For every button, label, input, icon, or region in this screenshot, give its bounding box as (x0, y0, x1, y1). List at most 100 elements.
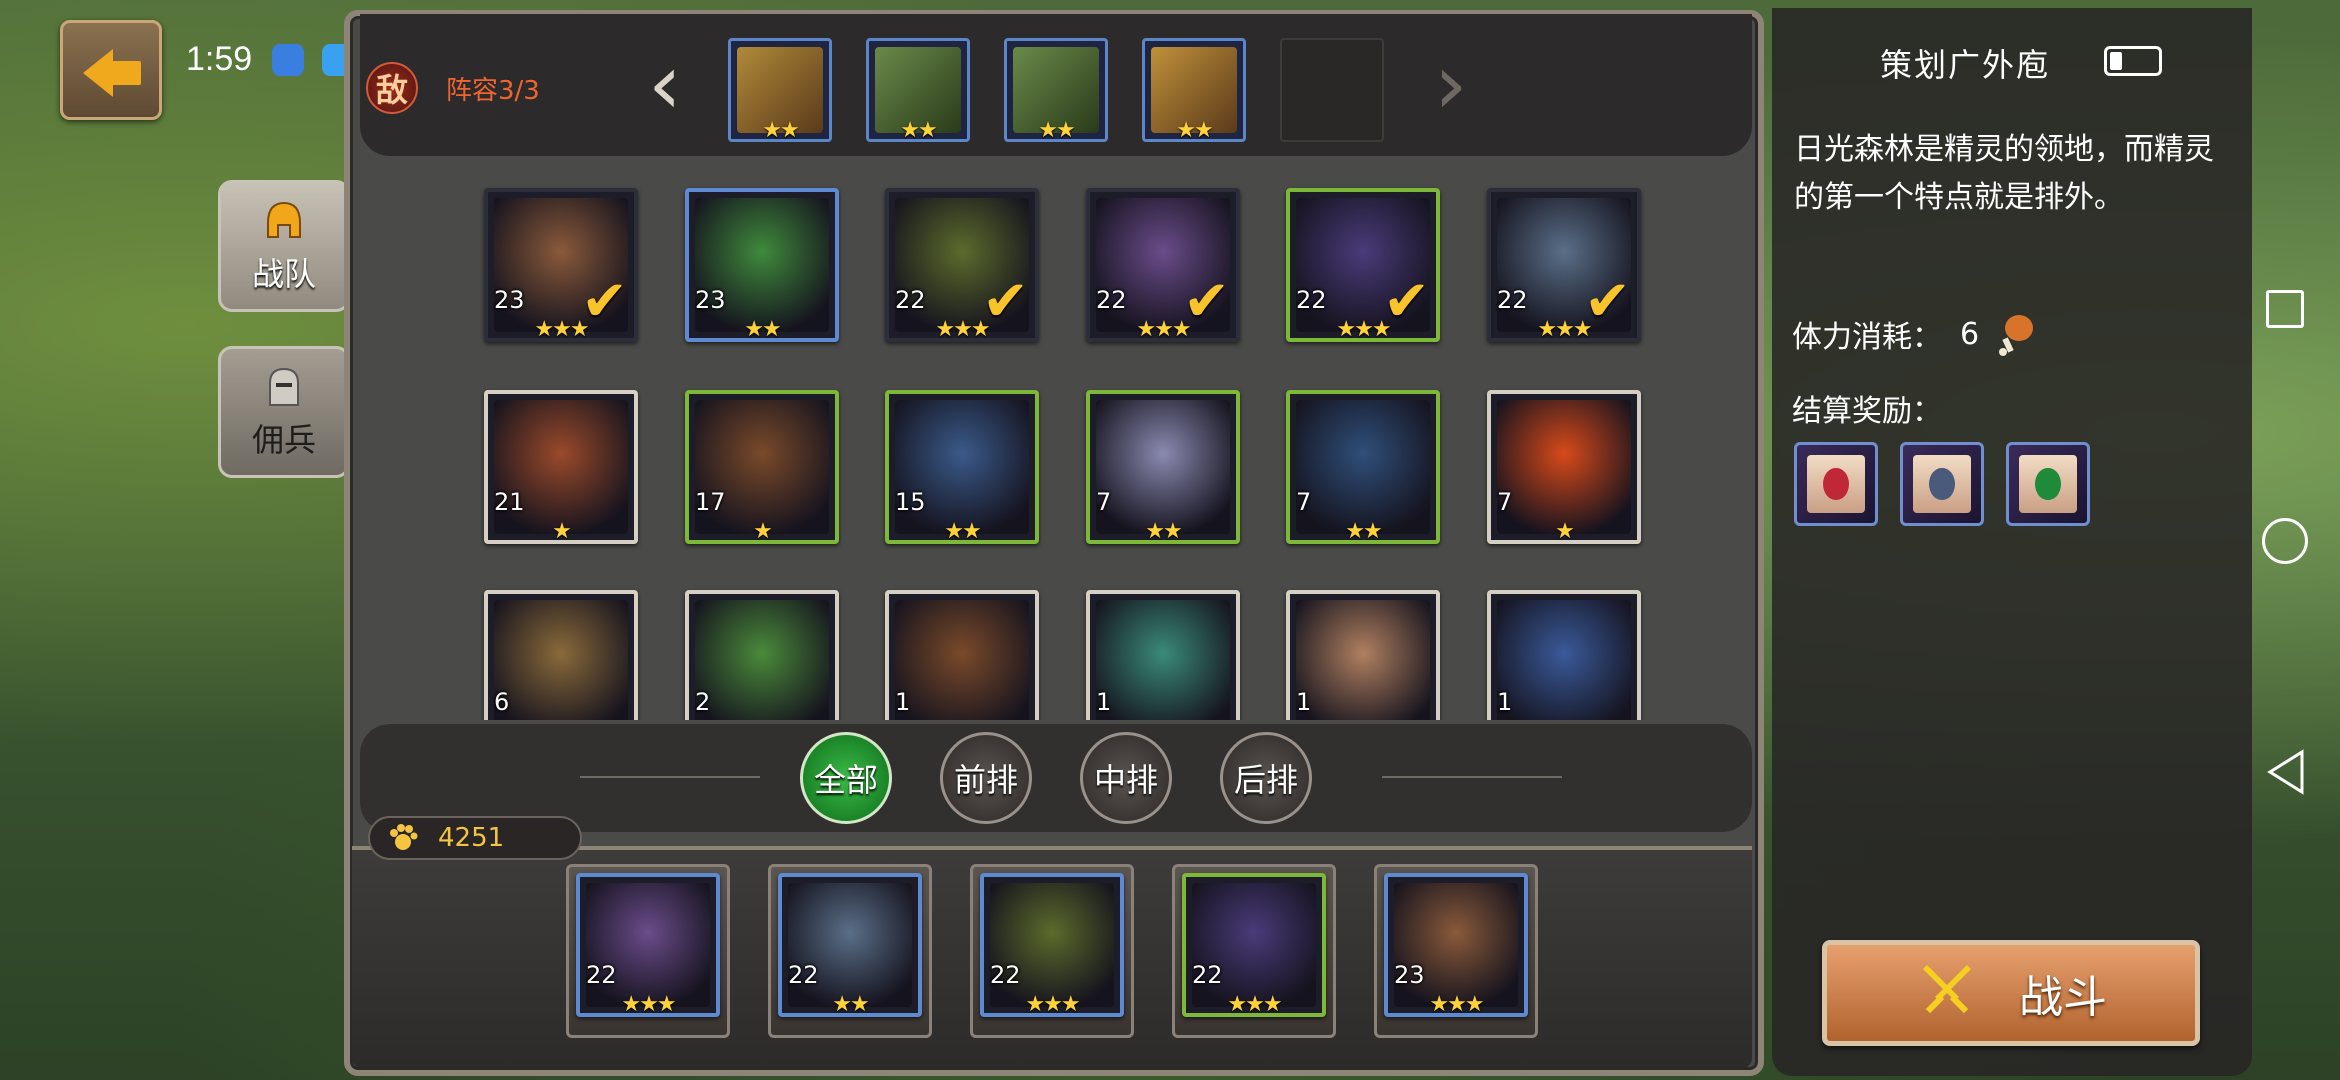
filter-back-button[interactable]: 后排 (1220, 732, 1312, 824)
hero-stars: ★ (1555, 519, 1575, 544)
hero-card[interactable]: 22 ★★★ ✔ (1487, 188, 1641, 342)
hero-portrait (494, 600, 628, 720)
recent-apps-button[interactable] (2266, 290, 2304, 328)
hero-level: 1 (1497, 688, 1513, 716)
team-hero-card[interactable]: 22 ★★ (778, 873, 922, 1017)
team-slot[interactable]: 22 ★★★ (1172, 864, 1336, 1038)
hero-card[interactable]: 1 (1487, 590, 1641, 720)
prev-chevron-icon[interactable]: ‹ (648, 42, 682, 126)
hero-stars: ★★ (1145, 519, 1182, 544)
hero-card[interactable]: 7 ★★ (1086, 390, 1240, 544)
hero-card[interactable]: 22 ★★★ ✔ (1286, 188, 1440, 342)
hero-card[interactable]: 21 ★ (484, 390, 638, 544)
filter-all-button[interactable]: 全部 (800, 732, 892, 824)
tab-mercenary-label: 佣兵 (251, 421, 316, 459)
hero-level: 23 (695, 286, 726, 314)
hero-card[interactable]: 1 (1086, 590, 1240, 720)
stamina-label: 体力消耗： (1792, 320, 1942, 355)
team-slot[interactable]: 23 ★★★ (1374, 864, 1538, 1038)
hero-level: 1 (1296, 688, 1312, 716)
hero-portrait (1096, 400, 1230, 534)
hero-stars: ★★★ (1336, 317, 1391, 342)
hero-card[interactable]: 2 (685, 590, 839, 720)
enemy-hero-slot[interactable]: ★★ (866, 38, 970, 143)
status-time: 1:59 (186, 40, 253, 78)
hero-stars: ★★ (744, 317, 781, 342)
reward-scroll-item[interactable] (1794, 442, 1878, 526)
hero-level: 22 (895, 286, 926, 314)
hero-portrait (1296, 400, 1430, 534)
team-slot[interactable]: 22 ★★★ (970, 864, 1134, 1038)
enemy-hero-slot[interactable]: ★★ (1004, 38, 1108, 143)
enemy-hero-slot[interactable]: ★★ (1142, 38, 1246, 143)
hero-card[interactable]: 6 (484, 590, 638, 720)
hero-stars: ★★★ (621, 992, 676, 1017)
team-hero-card[interactable]: 22 ★★★ (980, 873, 1124, 1017)
enemy-hero-slot[interactable]: ★★ (728, 38, 832, 143)
team-hero-card[interactable]: 23 ★★★ (1384, 873, 1528, 1017)
selected-check-icon: ✔ (1584, 269, 1631, 334)
stamina-value: 6 (1960, 316, 1980, 352)
team-slot[interactable]: 22 ★★★ (566, 864, 730, 1038)
hero-level: 7 (1096, 488, 1112, 516)
hero-level: 22 (990, 961, 1021, 989)
hero-stars: ★★ (944, 519, 981, 544)
hero-card[interactable]: 7 ★ (1487, 390, 1641, 544)
hero-stars: ★★★ (935, 317, 990, 342)
hero-grid: 23 ★★★ ✔ 23 ★★ 22 ★★★ ✔ 22 ★★★ ✔ 22 ★★★ ✔ 22 ★★★ ✔ 21 ★ 17 ★… (352, 160, 1752, 720)
hero-card[interactable]: 1 (1286, 590, 1440, 720)
team-hero-card[interactable]: 22 ★★★ (576, 873, 720, 1017)
hero-portrait (695, 600, 829, 720)
hero-card[interactable]: 22 ★★★ ✔ (1086, 188, 1240, 342)
knight-helmet-icon (269, 367, 299, 406)
hero-stars: ★★ (1345, 519, 1382, 544)
hero-stars: ★★★ (534, 317, 589, 342)
team-hero-card[interactable]: 22 ★★★ (1182, 873, 1326, 1017)
hero-level: 7 (1497, 488, 1513, 516)
hero-card[interactable]: 7 ★★ (1286, 390, 1440, 544)
hero-level: 22 (1192, 961, 1223, 989)
selected-check-icon: ✔ (581, 269, 628, 334)
hero-card[interactable]: 23 ★★★ ✔ (484, 188, 638, 342)
back-button[interactable] (60, 20, 162, 120)
filter-front-button[interactable]: 前排 (940, 732, 1032, 824)
hero-level: 23 (1394, 961, 1425, 989)
tab-mercenary[interactable]: 佣兵 (218, 346, 350, 478)
hero-level: 7 (1296, 488, 1312, 516)
filter-bar (360, 724, 1752, 832)
back-nav-icon[interactable] (2264, 748, 2306, 796)
home-button[interactable] (2262, 518, 2308, 564)
hero-level: 22 (586, 961, 617, 989)
hero-card[interactable]: 1 (885, 590, 1039, 720)
hero-card[interactable]: 22 ★★★ ✔ (885, 188, 1039, 342)
hero-card[interactable]: 23 ★★ (685, 188, 839, 342)
reward-scroll-item[interactable] (2006, 442, 2090, 526)
hero-level: 2 (695, 688, 711, 716)
fight-button[interactable]: 战斗 (1822, 940, 2200, 1046)
hero-stars: ★★★ (1136, 317, 1191, 342)
app-notification-icon (272, 44, 304, 76)
hero-level: 22 (1497, 286, 1528, 314)
team-slot[interactable]: 22 ★★ (768, 864, 932, 1038)
tab-team[interactable]: 战队 (218, 180, 350, 312)
hero-level: 21 (494, 488, 525, 516)
drumstick-icon (1999, 315, 2034, 356)
hero-portrait (895, 600, 1029, 720)
empty-enemy-slot (1280, 38, 1384, 142)
selected-check-icon: ✔ (1383, 269, 1430, 334)
enemy-badge: 敌 (366, 62, 418, 114)
paw-icon (390, 824, 418, 850)
hero-stars: ★ (552, 519, 572, 544)
reward-scroll-item[interactable] (1900, 442, 1984, 526)
hero-portrait (1296, 600, 1430, 720)
hero-card[interactable]: 15 ★★ (885, 390, 1039, 544)
hero-stars: ★★★ (1537, 317, 1592, 342)
hero-stars: ★★★ (1429, 992, 1484, 1017)
status-notification: 策划广外庖 (1880, 47, 2051, 83)
filter-middle-button[interactable]: 中排 (1080, 732, 1172, 824)
hero-card[interactable]: 17 ★ (685, 390, 839, 544)
next-chevron-icon[interactable]: › (1434, 42, 1468, 126)
stamina-cost: 体力消耗： 6 (1792, 312, 2037, 356)
hero-level: 15 (895, 488, 926, 516)
tab-team-label: 战队 (251, 255, 316, 293)
